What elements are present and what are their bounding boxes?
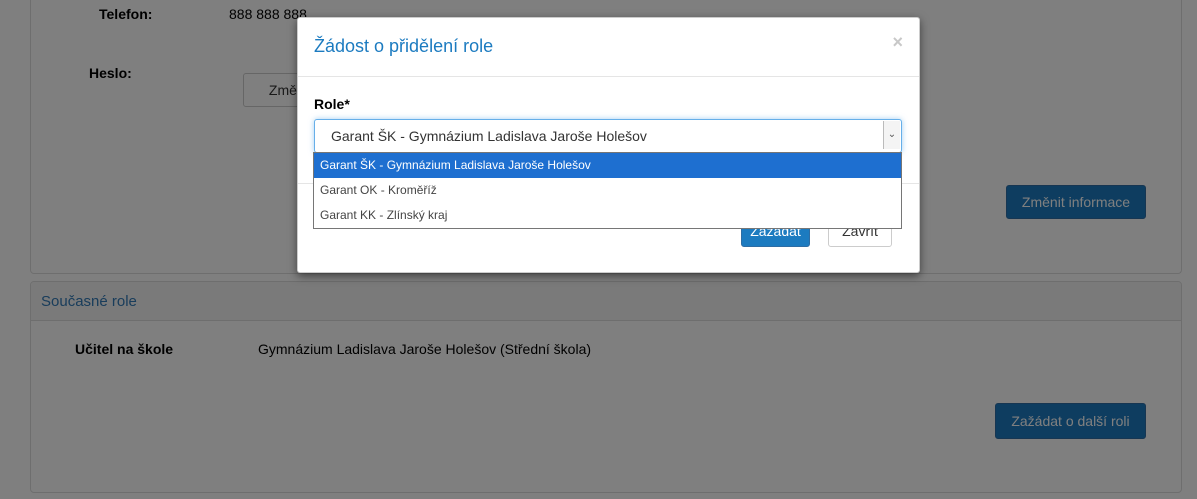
role-option[interactable]: Garant KK - Zlínský kraj — [314, 203, 901, 228]
role-request-dialog: Žádost o přidělení role × Role* Garant Š… — [297, 17, 920, 273]
role-select[interactable]: Garant ŠK - Gymnázium Ladislava Jaroše H… — [314, 119, 902, 153]
role-options-list: Garant ŠK - Gymnázium Ladislava Jaroše H… — [313, 152, 902, 229]
modal-header: Žádost o přidělení role × — [298, 18, 919, 77]
role-select-value: Garant ŠK - Gymnázium Ladislava Jaroše H… — [331, 128, 647, 144]
role-field-label: Role* — [314, 96, 350, 112]
role-option[interactable]: Garant OK - Kroměříž — [314, 178, 901, 203]
close-icon[interactable]: × — [892, 32, 903, 53]
modal-title: Žádost o přidělení role — [314, 36, 494, 56]
role-option[interactable]: Garant ŠK - Gymnázium Ladislava Jaroše H… — [314, 153, 901, 178]
chevron-down-icon[interactable]: ⌄ — [883, 121, 900, 149]
